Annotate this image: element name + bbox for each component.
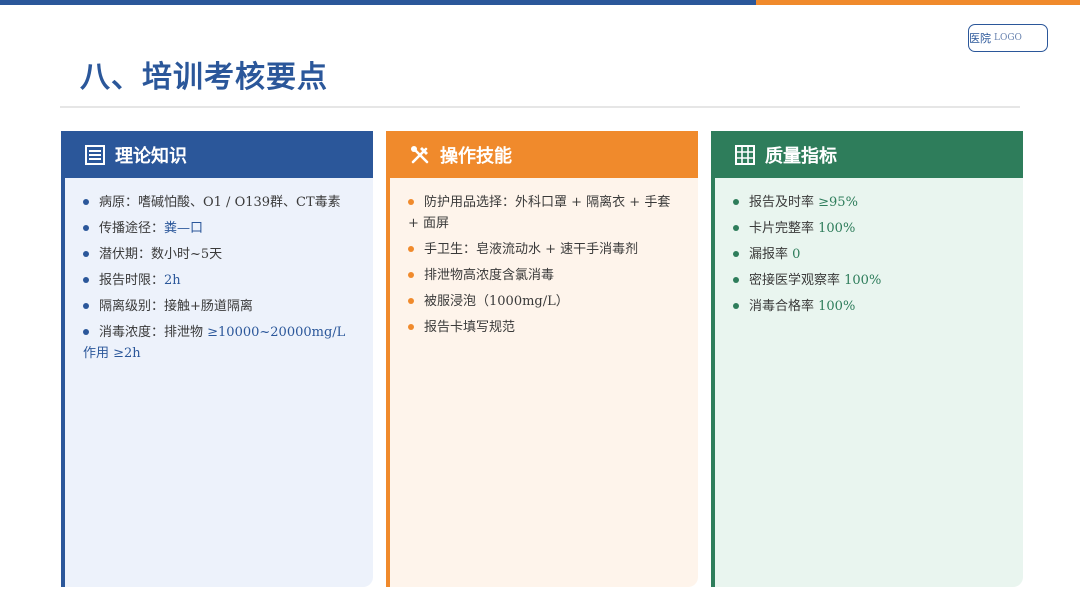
item-text: 报告卡填写规范: [424, 320, 516, 335]
page-title: 八、培训考核要点: [80, 60, 328, 95]
item-text: 报告及时率: [749, 195, 819, 210]
tools-icon: [409, 144, 431, 166]
item-text: 病原：嗜碱怕酸、O1 / O139群、CT毒素: [99, 195, 341, 210]
item-text: 被服浸泡（1000mg/L）: [424, 294, 569, 309]
title-divider: [60, 106, 1020, 108]
item-text: 手卫生：皂液流动水 + 速干手消毒剂: [424, 242, 639, 257]
item-text: 消毒浓度：排泄物: [99, 325, 208, 340]
item-text: 密接医学观察率: [749, 273, 845, 288]
item-list: 报告及时率 ≥95% 卡片完整率 100% 漏报率 0 密接医学观察率 100%…: [715, 178, 1023, 317]
item-value: 100%: [818, 299, 856, 314]
card-title: 操作技能: [440, 145, 512, 167]
list-item: 消毒浓度：排泄物 ≥10000~20000mg/L 作用 ≥2h: [83, 322, 355, 364]
item-text: 潜伏期：数小时~5天: [99, 247, 223, 262]
list-item: 漏报率 0: [733, 244, 1005, 265]
list-item: 排泄物高浓度含氯消毒: [408, 265, 680, 286]
bullet-dot: [733, 276, 739, 283]
list-item: 消毒合格率 100%: [733, 296, 1005, 317]
list-item: 传播途径：粪—口: [83, 218, 355, 239]
bullet-dot: [408, 297, 414, 304]
list-item: 报告及时率 ≥95%: [733, 192, 1005, 213]
item-text: 报告时限：: [99, 273, 165, 288]
bullet-dot: [83, 302, 89, 309]
bullet-dot: [408, 271, 414, 278]
item-value: ≥95%: [818, 195, 858, 210]
card-title: 质量指标: [765, 145, 837, 167]
bullet-dot: [733, 250, 739, 257]
top-accent-bar-blue: [0, 0, 756, 5]
item-text: 排泄物高浓度含氯消毒: [424, 268, 555, 283]
card-title: 理论知识: [115, 145, 187, 167]
logo-text-cn: 医院: [969, 32, 991, 45]
item-text: 防护用品选择：外科口罩 + 隔离衣 + 手套 + 面屏: [408, 195, 671, 231]
bullet-dot: [408, 323, 414, 330]
list-item: 卡片完整率 100%: [733, 218, 1005, 239]
bullet-dot: [733, 198, 739, 205]
list-item: 隔离级别：接触+肠道隔离: [83, 296, 355, 317]
item-value: 粪—口: [164, 221, 204, 236]
list-item: 密接医学观察率 100%: [733, 270, 1005, 291]
card-operation-skills: 操作技能 防护用品选择：外科口罩 + 隔离衣 + 手套 + 面屏 手卫生：皂液流…: [386, 131, 698, 587]
list-item: 病原：嗜碱怕酸、O1 / O139群、CT毒素: [83, 192, 355, 213]
bullet-dot: [83, 250, 89, 257]
item-list: 病原：嗜碱怕酸、O1 / O139群、CT毒素 传播途径：粪—口 潜伏期：数小时…: [65, 178, 373, 364]
item-value: 100%: [844, 273, 882, 288]
list-item: 手卫生：皂液流动水 + 速干手消毒剂: [408, 239, 680, 260]
list-item: 被服浸泡（1000mg/L）: [408, 291, 680, 312]
bullet-dot: [733, 224, 739, 231]
bullet-dot: [733, 302, 739, 309]
list-item: 潜伏期：数小时~5天: [83, 244, 355, 265]
card-header: 质量指标: [715, 131, 1023, 178]
item-value: 0: [792, 247, 801, 262]
bullet-dot: [83, 276, 89, 283]
card-theory-knowledge: 理论知识 病原：嗜碱怕酸、O1 / O139群、CT毒素 传播途径：粪—口 潜伏…: [61, 131, 373, 587]
grid-icon: [734, 144, 756, 166]
item-list: 防护用品选择：外科口罩 + 隔离衣 + 手套 + 面屏 手卫生：皂液流动水 + …: [390, 178, 698, 338]
item-text: 漏报率: [749, 247, 793, 262]
item-value: 2h: [164, 273, 181, 288]
item-text: 消毒合格率: [749, 299, 819, 314]
list-item: 防护用品选择：外科口罩 + 隔离衣 + 手套 + 面屏: [408, 192, 680, 234]
bullet-dot: [83, 224, 89, 231]
card-quality-indicators: 质量指标 报告及时率 ≥95% 卡片完整率 100% 漏报率 0 密接医学观察率…: [711, 131, 1023, 587]
bullet-dot: [83, 198, 89, 205]
list-item: 报告卡填写规范: [408, 317, 680, 338]
list-item: 报告时限：2h: [83, 270, 355, 291]
card-header: 操作技能: [390, 131, 698, 178]
bullet-dot: [83, 328, 89, 335]
bullet-dot: [408, 198, 414, 205]
item-value: 100%: [818, 221, 856, 236]
hospital-logo: 医院 LOGO: [968, 24, 1048, 52]
bullet-dot: [408, 245, 414, 252]
item-text: 隔离级别：接触+肠道隔离: [99, 299, 253, 314]
item-text: 卡片完整率: [749, 221, 819, 236]
logo-text-en: LOGO: [994, 33, 1022, 43]
card-header: 理论知识: [65, 131, 373, 178]
item-text: 传播途径：: [99, 221, 165, 236]
top-accent-bar-orange: [756, 0, 1080, 5]
list-icon: [84, 144, 106, 166]
